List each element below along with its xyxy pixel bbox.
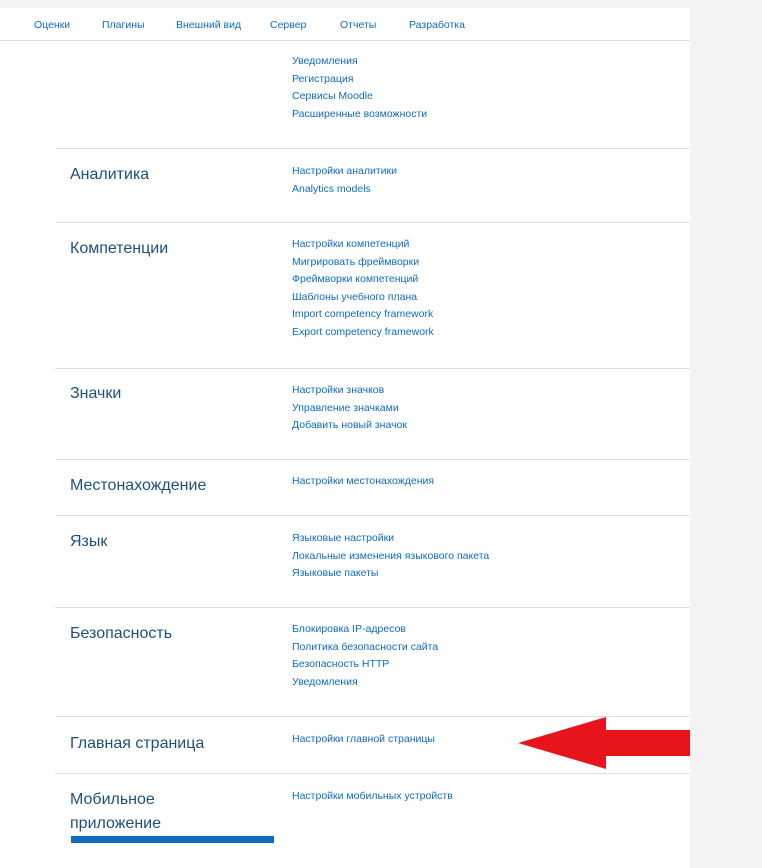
link-location-settings[interactable]: Настройки местонахождения — [292, 473, 434, 491]
link-language-customisation[interactable]: Локальные изменения языкового пакета — [292, 548, 489, 566]
link-ip-blocker[interactable]: Блокировка IP-адресов — [292, 621, 438, 639]
divider — [55, 222, 690, 223]
link-learning-plan-templates[interactable]: Шаблоны учебного плана — [292, 289, 434, 307]
section-title-analytics: Аналитика — [70, 166, 150, 183]
link-add-badge[interactable]: Добавить новый значок — [292, 417, 407, 435]
section-title-language: Язык — [70, 533, 108, 550]
section-title-front-page: Главная страница — [70, 735, 205, 752]
section-links-security: Блокировка IP-адресов Политика безопасно… — [292, 621, 438, 691]
link-export-framework[interactable]: Export competency framework — [292, 324, 434, 342]
red-arrow-shape — [518, 717, 690, 769]
section-title-badges: Значки — [70, 385, 122, 402]
link-language-settings[interactable]: Языковые настройки — [292, 530, 489, 548]
link-competency-frameworks[interactable]: Фреймворки компетенций — [292, 271, 434, 289]
tab-server[interactable]: Сервер — [270, 19, 306, 31]
tab-plugins[interactable]: Плагины — [102, 19, 145, 31]
link-mobile-settings[interactable]: Настройки мобильных устройств — [292, 788, 453, 806]
section-links-competencies: Настройки компетенций Мигрировать фреймв… — [292, 236, 434, 341]
link-security-notifications[interactable]: Уведомления — [292, 674, 438, 692]
top-links: Уведомления Регистрация Сервисы Moodle Р… — [292, 53, 427, 123]
section-links-analytics: Настройки аналитики Analytics models — [292, 163, 397, 198]
divider — [55, 515, 690, 516]
link-migrate-frameworks[interactable]: Мигрировать фреймворки — [292, 254, 434, 272]
link-badge-settings[interactable]: Настройки значков — [292, 382, 407, 400]
link-site-security-policy[interactable]: Политика безопасности сайта — [292, 639, 438, 657]
link-analytics-models[interactable]: Analytics models — [292, 181, 397, 199]
tab-development[interactable]: Разработка — [409, 19, 465, 31]
section-links-location: Настройки местонахождения — [292, 473, 434, 491]
link-language-packs[interactable]: Языковые пакеты — [292, 565, 489, 583]
link-moodle-services[interactable]: Сервисы Moodle — [292, 88, 427, 106]
section-links-mobile-app: Настройки мобильных устройств — [292, 788, 453, 806]
link-registration[interactable]: Регистрация — [292, 71, 427, 89]
link-front-page-settings[interactable]: Настройки главной страницы — [292, 731, 435, 749]
tab-grades[interactable]: Оценки — [34, 19, 70, 31]
divider — [55, 459, 690, 460]
tab-reports[interactable]: Отчеты — [340, 19, 376, 31]
link-manage-badges[interactable]: Управление значками — [292, 400, 407, 418]
section-title-mobile-app: Мобильное приложение — [70, 791, 162, 832]
section-links-language: Языковые настройки Локальные изменения я… — [292, 530, 489, 583]
blue-underline-bar — [71, 836, 274, 843]
divider — [55, 607, 690, 608]
link-import-framework[interactable]: Import competency framework — [292, 306, 434, 324]
section-title-competencies: Компетенции — [70, 240, 169, 257]
admin-tabs: Оценки Плагины Внешний вид Сервер Отчеты… — [0, 8, 690, 41]
link-advanced-features[interactable]: Расширенные возможности — [292, 106, 427, 124]
tab-appearance[interactable]: Внешний вид — [176, 19, 241, 31]
link-http-security[interactable]: Безопасность HTTP — [292, 656, 438, 674]
section-title-security: Безопасность — [70, 625, 173, 642]
divider — [55, 148, 690, 149]
divider — [55, 368, 690, 369]
section-links-badges: Настройки значков Управление значками До… — [292, 382, 407, 435]
section-links-front-page: Настройки главной страницы — [292, 731, 435, 749]
link-analytics-settings[interactable]: Настройки аналитики — [292, 163, 397, 181]
red-arrow-icon — [518, 717, 690, 769]
link-notifications[interactable]: Уведомления — [292, 53, 427, 71]
divider — [55, 773, 690, 774]
link-competency-settings[interactable]: Настройки компетенций — [292, 236, 434, 254]
section-title-location: Местонахождение — [70, 477, 207, 494]
